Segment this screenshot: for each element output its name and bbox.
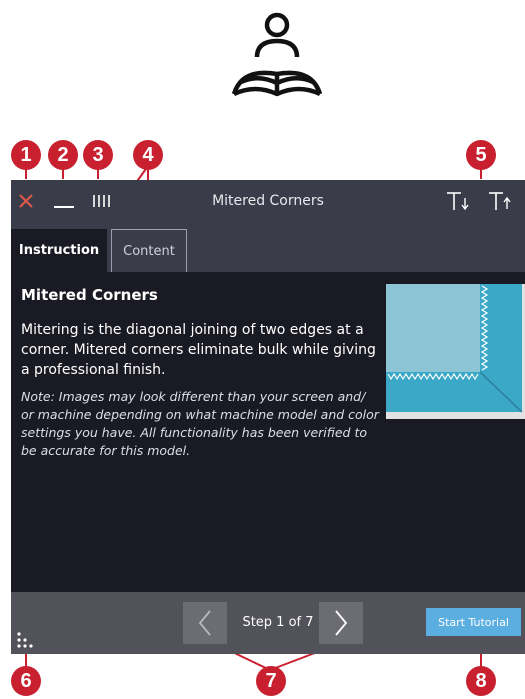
content-heading: Mitered Corners	[21, 286, 158, 304]
bottom-bar: Step 1 of 7 Start Tutorial	[11, 592, 525, 654]
chevron-left-icon	[198, 610, 211, 636]
callout-6: 6	[11, 666, 41, 696]
callout-3: 3	[83, 140, 113, 170]
text-size-increase-icon	[489, 192, 511, 210]
mitered-corner-image	[386, 284, 523, 413]
tab-instruction[interactable]: Instruction	[11, 229, 107, 272]
callout-1: 1	[11, 140, 41, 170]
text-size-increase-button[interactable]	[485, 180, 515, 222]
text-size-decrease-button[interactable]	[443, 180, 473, 222]
previous-step-button[interactable]	[183, 602, 227, 644]
callout-2: 2	[48, 140, 78, 170]
callout-5: 5	[466, 140, 496, 170]
content-paragraph: Mitering is the diagonal joining of two …	[21, 322, 376, 378]
tutorial-window: Mitered Corners Instruction Content Mite…	[11, 180, 525, 654]
start-tutorial-button[interactable]: Start Tutorial	[426, 608, 521, 636]
text-size-decrease-icon	[447, 192, 469, 211]
dots-menu-button[interactable]	[15, 630, 37, 650]
next-step-button[interactable]	[319, 602, 363, 644]
callout-8: 8	[466, 666, 496, 696]
chevron-right-icon	[335, 610, 348, 636]
mitered-corner-illustration	[386, 284, 525, 419]
content-note: Note: Images may look different than you…	[21, 389, 379, 458]
title-bar: Mitered Corners	[11, 180, 525, 222]
callout-7: 7	[256, 666, 286, 696]
tab-content[interactable]: Content	[111, 229, 187, 272]
instruction-panel: Mitered Corners Mitering is the diagonal…	[11, 272, 525, 592]
tab-bar: Instruction Content	[11, 222, 525, 272]
callout-4: 4	[133, 140, 163, 170]
step-indicator: Step 1 of 7	[242, 615, 314, 630]
dots-menu-icon	[17, 632, 33, 648]
